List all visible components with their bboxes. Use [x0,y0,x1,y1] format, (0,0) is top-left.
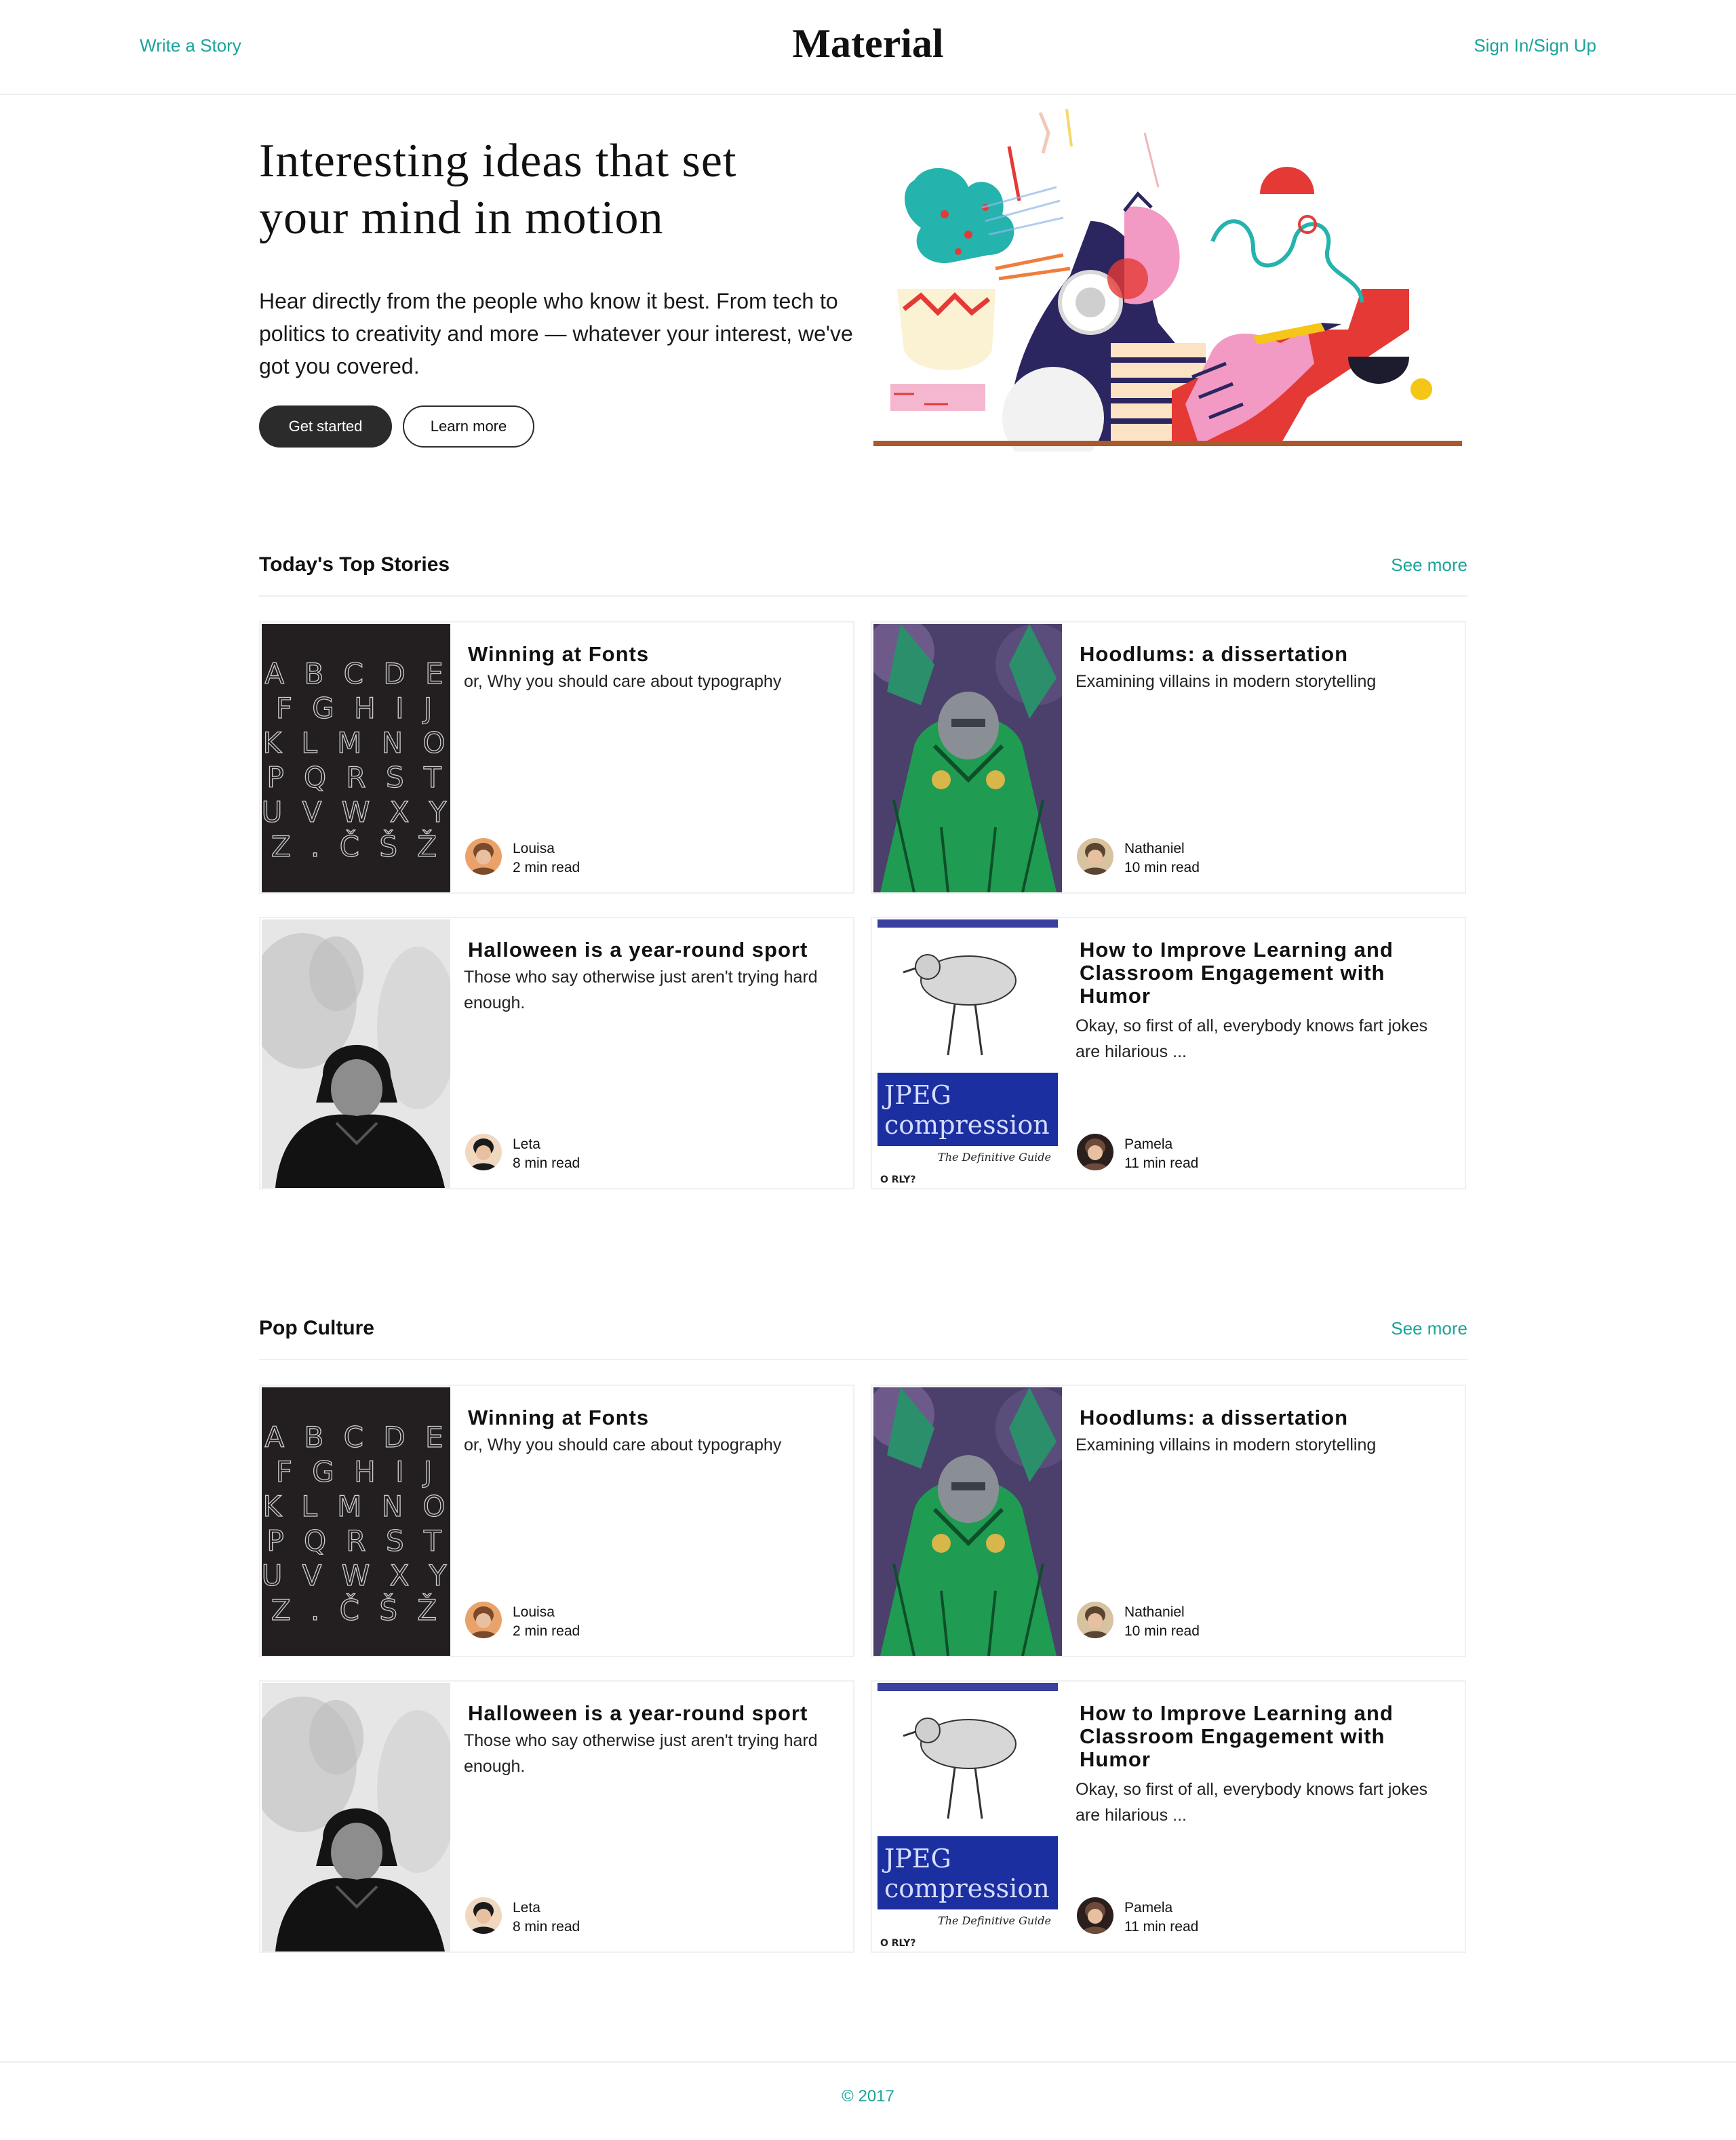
top-navigation-bar: Write a Story Material Sign In/Sign Up [0,0,1736,95]
read-time: 11 min read [1124,1155,1199,1171]
author-name[interactable]: Pamela [1124,1900,1172,1916]
hero-subtitle-line-3: got you covered. [259,354,420,378]
story-card[interactable]: A B C D EF G H I JK L M N OP Q R S TU V … [259,621,854,894]
story-card[interactable]: Hoodlums: a dissertation Examining villa… [871,1385,1466,1657]
svg-text:O RLY?: O RLY? [880,1938,916,1949]
svg-text:Z . Č Š Ž: Z . Č Š Ž [271,829,442,863]
jpeg-book-cover-image[interactable]: JPEG compression The Definitive Guide O … [873,1683,1062,1951]
author-avatar[interactable] [465,1897,502,1934]
story-card[interactable]: JPEG compression The Definitive Guide O … [871,917,1466,1189]
story-card[interactable]: Halloween is a year-round sport Those wh… [259,1680,854,1953]
story-description: Okay, so first of all, everybody knows f… [1076,1016,1428,1061]
read-time: 11 min read [1124,1919,1199,1935]
jpeg-book-cover-image[interactable]: JPEG compression The Definitive Guide O … [873,919,1062,1188]
story-description: or, Why you should care about typography [464,1435,782,1454]
story-description: or, Why you should care about typography [464,672,782,691]
svg-text:A B C D E: A B C D E [264,657,448,690]
svg-text:JPEG: JPEG [882,1080,951,1110]
read-time: 10 min read [1124,1623,1200,1639]
story-description: Examining villains in modern storytellin… [1076,672,1377,691]
svg-text:U V W X Y: U V W X Y [262,1559,450,1592]
svg-text:A B C D E: A B C D E [264,1421,448,1454]
section-title: Today's Top Stories [259,553,450,576]
author-avatar[interactable] [1077,1134,1113,1170]
story-title[interactable]: How to Improve Learning and Classroom En… [1080,938,1453,1008]
comic-villain-image[interactable] [873,1387,1062,1656]
story-title[interactable]: How to Improve Learning and Classroom En… [1080,1702,1453,1771]
svg-text:P Q R S T: P Q R S T [267,761,446,794]
hero-title-line-1: Interesting ideas that set [259,135,737,187]
signin-signup-link[interactable]: Sign In/Sign Up [1474,35,1596,56]
author-name[interactable]: Leta [513,1900,540,1916]
hero-subtitle-line-2: politics to creativity and more — whatev… [259,321,853,346]
story-description: Examining villains in modern storytellin… [1076,1435,1377,1454]
story-description: Okay, so first of all, everybody knows f… [1076,1780,1428,1825]
author-name[interactable]: Nathaniel [1124,1604,1185,1621]
svg-text:JPEG: JPEG [882,1844,951,1874]
story-description: Those who say otherwise just aren't tryi… [464,968,818,1012]
story-description: Those who say otherwise just aren't tryi… [464,1731,818,1776]
read-time: 2 min read [513,860,580,875]
section-header-top-stories: Today's Top Stories See more [259,553,1467,597]
hero-title: Interesting ideas that set your mind in … [259,133,869,247]
author-name[interactable]: Louisa [513,1604,555,1621]
svg-text:K L M N O: K L M N O [262,1490,450,1523]
read-time: 10 min read [1124,860,1200,875]
author-avatar[interactable] [465,1602,502,1638]
hero-illustration [873,106,1462,469]
learn-more-button[interactable]: Learn more [403,405,534,448]
story-card[interactable]: Halloween is a year-round sport Those wh… [259,917,854,1189]
author-name[interactable]: Louisa [513,841,555,857]
copyright-text: © 2017 [842,2087,894,2105]
story-title[interactable]: Hoodlums: a dissertation [1080,643,1453,666]
see-more-link[interactable]: See more [1391,555,1467,576]
author-name[interactable]: Leta [513,1136,540,1153]
footer: © 2017 [0,2061,1736,2140]
hero-subtitle: Hear directly from the people who know i… [259,285,869,382]
section-title: Pop Culture [259,1317,374,1339]
svg-text:Z . Č Š Ž: Z . Č Š Ž [271,1593,442,1627]
svg-text:P Q R S T: P Q R S T [267,1524,446,1558]
svg-text:F G H I J: F G H I J [276,692,437,725]
get-started-button[interactable]: Get started [259,405,392,448]
story-title[interactable]: Winning at Fonts [468,1406,841,1429]
hero-illustration-svg [873,108,1462,469]
story-card[interactable]: JPEG compression The Definitive Guide O … [871,1680,1466,1953]
story-title[interactable]: Hoodlums: a dissertation [1080,1406,1453,1429]
ghost-photo-image[interactable] [262,919,450,1188]
write-story-link[interactable]: Write a Story [140,35,241,56]
story-title[interactable]: Halloween is a year-round sport [468,938,841,962]
hero-title-line-2: your mind in motion [259,192,664,244]
author-name[interactable]: Pamela [1124,1136,1172,1153]
svg-text:The Definitive Guide: The Definitive Guide [938,1151,1051,1164]
section-header-pop-culture: Pop Culture See more [259,1317,1467,1360]
author-avatar[interactable] [1077,1602,1113,1638]
author-avatar[interactable] [465,1134,502,1170]
svg-text:compression: compression [884,1110,1050,1140]
story-card[interactable]: Hoodlums: a dissertation Examining villa… [871,621,1466,894]
fonts-alphabet-image[interactable]: A B C D EF G H I JK L M N OP Q R S TU V … [262,1387,450,1656]
svg-text:K L M N O: K L M N O [262,726,450,759]
read-time: 2 min read [513,1623,580,1639]
hero-subtitle-line-1: Hear directly from the people who know i… [259,289,838,313]
comic-villain-image[interactable] [873,624,1062,892]
author-name[interactable]: Nathaniel [1124,841,1185,857]
story-title[interactable]: Winning at Fonts [468,643,841,666]
svg-text:The Definitive Guide: The Definitive Guide [938,1914,1051,1927]
read-time: 8 min read [513,1155,580,1171]
see-more-link[interactable]: See more [1391,1318,1467,1339]
author-avatar[interactable] [1077,1897,1113,1934]
svg-text:O RLY?: O RLY? [880,1174,916,1185]
author-avatar[interactable] [1077,838,1113,875]
svg-text:U V W X Y: U V W X Y [262,795,450,829]
story-title[interactable]: Halloween is a year-round sport [468,1702,841,1725]
read-time: 8 min read [513,1919,580,1935]
ghost-photo-image[interactable] [262,1683,450,1951]
fonts-alphabet-image[interactable]: A B C D EF G H I JK L M N OP Q R S TU V … [262,624,450,892]
story-card[interactable]: A B C D EF G H I JK L M N OP Q R S TU V … [259,1385,854,1657]
svg-text:F G H I J: F G H I J [276,1455,437,1488]
author-avatar[interactable] [465,838,502,875]
svg-text:compression: compression [884,1874,1050,1903]
